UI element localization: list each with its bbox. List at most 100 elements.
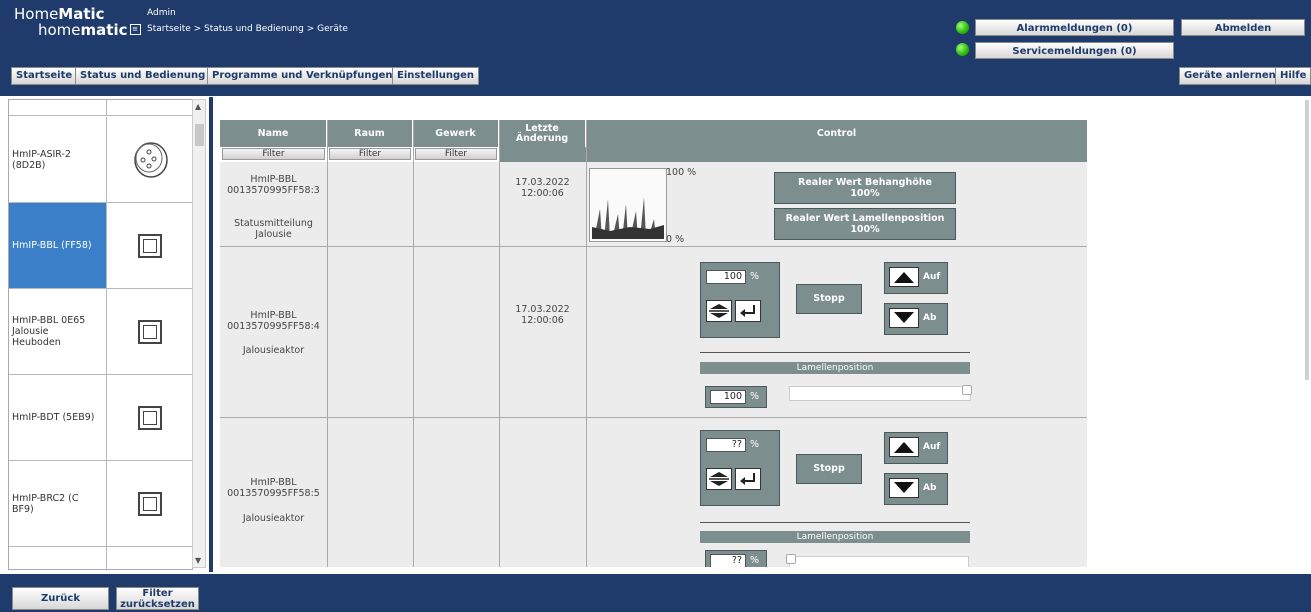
device-list-scrollbar[interactable]: ▲ ▼ [192, 99, 206, 568]
list-item[interactable]: HmIP-BDT (5EB9) [9, 375, 192, 461]
level-input[interactable]: ?? [706, 438, 746, 452]
filter-raum[interactable]: Filter [329, 148, 411, 160]
stop-button[interactable]: Stopp [796, 454, 862, 484]
list-item[interactable]: HmIP-BRC2 (C BF9) [9, 461, 192, 547]
up-button[interactable]: Auf [884, 432, 948, 464]
list-item[interactable] [9, 100, 192, 116]
col-header-gewerk: Gewerk [413, 120, 499, 147]
slat-input[interactable]: ?? [710, 554, 746, 567]
menu-einstellungen[interactable]: Einstellungen [392, 67, 480, 85]
slat-position-header: Lamellenposition [700, 531, 970, 543]
real-height-button[interactable]: Realer Wert Behanghöhe 100% [774, 172, 956, 204]
up-down-toggle-icon[interactable] [706, 300, 732, 322]
slat-slider[interactable] [789, 386, 971, 401]
header-divider [0, 92, 1311, 96]
filter-gewerk[interactable]: Filter [415, 148, 497, 160]
service-messages-button[interactable]: Servicemeldungen (0) [975, 42, 1174, 59]
device-name: HmIP-BRC2 (C BF9) [9, 461, 107, 546]
percent-label: % [750, 271, 760, 282]
logout-button[interactable]: Abmelden [1181, 19, 1305, 36]
menu-hilfe[interactable]: Hilfe [1275, 67, 1311, 85]
slat-input[interactable]: 100 [710, 390, 746, 404]
slat-slider-knob[interactable] [962, 385, 972, 395]
device-name: HmIP-ASIR-2 (8D2B) [9, 117, 107, 202]
pane-divider[interactable] [209, 97, 213, 572]
blind-image [589, 168, 667, 242]
list-item[interactable] [9, 547, 192, 569]
slat-slider-knob[interactable] [786, 554, 796, 564]
channel-type: Jalousieaktor [242, 513, 305, 524]
channel-name[interactable]: HmIP-BBL 0013570995FF58:5 [220, 477, 327, 499]
list-item[interactable]: HmIP-BBL (FF58) [9, 203, 192, 289]
arrow-up-icon [889, 267, 919, 287]
last-change: 17.03.2022 12:00:06 [515, 304, 570, 326]
header-bar: HomeMatic homematic ≡ Admin Startseite > … [0, 0, 1311, 96]
main-scrollbar[interactable] [1305, 100, 1309, 380]
menu-startseite[interactable]: Startseite [11, 67, 78, 85]
user-name: Admin [147, 8, 176, 18]
back-button[interactable]: Zurück [12, 587, 109, 610]
alarm-messages-button[interactable]: Alarmmeldungen (0) [975, 19, 1174, 36]
breadcrumb: Startseite > Status und Bedienung > Gerä… [147, 24, 348, 34]
arrow-up-icon [889, 437, 919, 457]
slat-slider[interactable] [789, 556, 969, 567]
channel-type: Statusmitteilung Jalousie [234, 218, 313, 240]
device-name: HmIP-BDT (5EB9) [9, 375, 107, 460]
list-item[interactable]: HmIP-ASIR-2 (8D2B) [9, 117, 192, 203]
enter-icon[interactable] [735, 468, 761, 490]
divider [700, 522, 970, 523]
menu-status-und-bedienung[interactable]: Status und Bedienung [75, 67, 211, 85]
logo-wordmark: homematic ≡ [38, 21, 141, 39]
slat-panel: 100 % [705, 386, 767, 408]
reset-filter-button[interactable]: Filter zurücksetzen [116, 587, 199, 610]
device-list: HmIP-ASIR-2 (8D2B) HmIP-BBL (FF58) HmIP-… [8, 99, 193, 570]
slat-position-header: Lamellenposition [700, 362, 970, 374]
channel-name[interactable]: HmIP-BBL 0013570995FF58:3 [220, 174, 327, 196]
percent-label: % [750, 439, 760, 450]
image-top-value: 100 % [666, 167, 697, 178]
down-button[interactable]: Ab [884, 473, 948, 505]
device-name: HmIP-BBL (FF58) [9, 203, 107, 288]
scroll-down-icon[interactable]: ▼ [195, 556, 201, 565]
blind-actuator-icon [108, 289, 192, 374]
divider [700, 352, 970, 353]
channel-name[interactable]: HmIP-BBL 0013570995FF58:4 [220, 310, 327, 332]
up-down-toggle-icon[interactable] [706, 468, 732, 490]
alarm-status-led [956, 21, 969, 34]
percent-label: % [750, 391, 760, 402]
menu-geraete-anlernen[interactable]: Geräte anlernen [1179, 67, 1281, 85]
level-panel: ?? % [700, 430, 780, 506]
menu-programme[interactable]: Programme und Verknüpfungen [207, 67, 398, 85]
percent-label: % [750, 555, 760, 566]
device-table: Name Raum Gewerk Letzte Änderung Control… [220, 120, 1087, 567]
filter-name[interactable]: Filter [222, 148, 325, 160]
channel-type: Jalousieaktor [242, 345, 305, 356]
footer-bar: Zurück Filter zurücksetzen [0, 574, 1311, 612]
slat-panel: ?? % [705, 550, 767, 567]
arrow-down-icon [889, 478, 919, 498]
list-item[interactable]: HmIP-BBL 0E65 Jalousie Heuboden [9, 289, 192, 375]
last-change: 17.03.2022 12:00:06 [515, 177, 570, 199]
col-header-raum: Raum [327, 120, 413, 147]
dimmer-icon [108, 375, 192, 460]
image-bottom-value: 0 % [666, 234, 685, 245]
arrow-down-icon [889, 308, 919, 328]
service-status-led [956, 43, 969, 56]
down-button[interactable]: Ab [884, 303, 948, 335]
blind-actuator-icon [108, 203, 192, 288]
remote-icon [108, 461, 192, 546]
scroll-up-icon[interactable]: ▲ [195, 102, 201, 111]
device-name: HmIP-BBL 0E65 Jalousie Heuboden [9, 289, 107, 374]
enter-icon[interactable] [735, 300, 761, 322]
siren-icon [108, 117, 192, 202]
scrollbar-thumb[interactable] [195, 124, 204, 146]
stop-button[interactable]: Stopp [796, 284, 862, 314]
col-header-control: Control [586, 120, 1087, 147]
real-slat-position-button[interactable]: Realer Wert Lamellenposition 100% [774, 208, 956, 240]
col-header-name: Name [220, 120, 327, 147]
up-button[interactable]: Auf [884, 262, 948, 294]
logo-icon: ≡ [129, 24, 141, 35]
col-header-letzte-aenderung: Letzte Änderung [499, 120, 586, 147]
level-input[interactable]: 100 [706, 270, 746, 284]
filter-row-bg [499, 147, 1087, 162]
